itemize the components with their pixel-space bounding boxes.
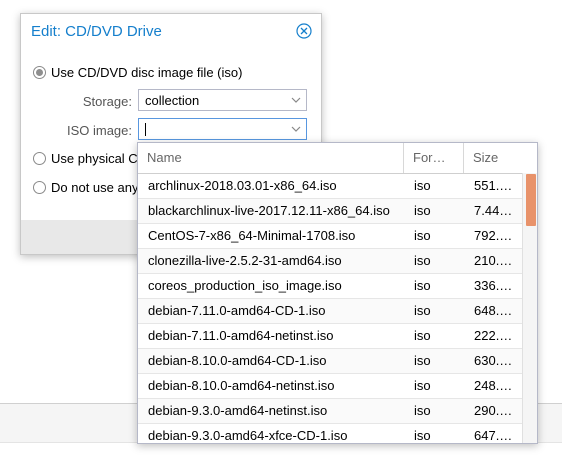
radio-no-media[interactable]: Do not use any (33, 180, 138, 195)
storage-combo[interactable]: collection (138, 89, 307, 111)
radio-use-iso[interactable]: Use CD/DVD disc image file (iso) (33, 65, 242, 80)
table-row[interactable]: debian-9.3.0-amd64-netinst.iso iso 290.… (138, 399, 523, 424)
column-header-name[interactable]: Name (138, 143, 404, 173)
table-row[interactable]: debian-7.11.0-amd64-CD-1.iso iso 648.… (138, 299, 523, 324)
radio-button-checked[interactable] (33, 66, 46, 79)
cell-name: blackarchlinux-live-2017.12.11-x86_64.is… (148, 203, 390, 218)
cell-size: 290.… (474, 403, 513, 418)
cell-format: iso (414, 203, 431, 218)
cell-size: 551.… (474, 178, 513, 193)
column-header-size[interactable]: Size (464, 143, 524, 173)
cell-format: iso (414, 303, 431, 318)
cell-format: iso (414, 253, 431, 268)
radio-use-iso-label: Use CD/DVD disc image file (iso) (51, 65, 243, 80)
cell-format: iso (414, 353, 431, 368)
cell-format: iso (414, 403, 431, 418)
table-row[interactable]: CentOS-7-x86_64-Minimal-1708.iso iso 792.… (138, 224, 523, 249)
header-scroll-gap (523, 143, 537, 174)
storage-label: Storage: (82, 94, 132, 109)
cell-size: 647.… (474, 428, 513, 443)
scrollbar-thumb[interactable] (526, 174, 536, 226)
iso-image-combo[interactable] (138, 118, 307, 140)
radio-button[interactable] (33, 152, 46, 165)
table-row[interactable]: coreos_production_iso_image.iso iso 336.… (138, 274, 523, 299)
radio-use-physical[interactable]: Use physical C (33, 151, 138, 166)
radio-button[interactable] (33, 181, 46, 194)
cell-size: 648.… (474, 303, 513, 318)
iso-picker-grid: Name For… Size archlinux-2018.03.01-x86_… (137, 142, 538, 444)
table-row[interactable]: blackarchlinux-live-2017.12.11-x86_64.is… (138, 199, 523, 224)
cell-format: iso (414, 328, 431, 343)
cell-format: iso (414, 428, 431, 443)
cell-name: coreos_production_iso_image.iso (148, 278, 342, 293)
table-row[interactable]: debian-9.3.0-amd64-xfce-CD-1.iso iso 647.… (138, 424, 523, 443)
table-row[interactable]: debian-8.10.0-amd64-netinst.iso iso 248.… (138, 374, 523, 399)
storage-value: collection (145, 93, 200, 108)
close-circle-icon[interactable] (296, 23, 312, 39)
cell-name: clonezilla-live-2.5.2-31-amd64.iso (148, 253, 342, 268)
cell-size: 792.… (474, 228, 513, 243)
cell-size: 630.… (474, 353, 513, 368)
cell-name: debian-9.3.0-amd64-netinst.iso (148, 403, 328, 418)
text-caret (145, 123, 146, 136)
cell-size: 210.… (474, 253, 513, 268)
cell-size: 222.… (474, 328, 513, 343)
cell-name: debian-9.3.0-amd64-xfce-CD-1.iso (148, 428, 348, 443)
cell-name: CentOS-7-x86_64-Minimal-1708.iso (148, 228, 356, 243)
table-row[interactable]: debian-7.11.0-amd64-netinst.iso iso 222.… (138, 324, 523, 349)
chevron-down-icon[interactable] (291, 124, 301, 134)
dialog-title: Edit: CD/DVD Drive (31, 23, 162, 40)
cell-size: 7.44… (474, 203, 513, 218)
vertical-scrollbar[interactable] (522, 173, 537, 443)
cell-name: archlinux-2018.03.01-x86_64.iso (148, 178, 337, 193)
cell-format: iso (414, 278, 431, 293)
cell-format: iso (414, 178, 431, 193)
cell-format: iso (414, 228, 431, 243)
table-row[interactable]: clonezilla-live-2.5.2-31-amd64.iso iso 210… (138, 249, 523, 274)
cell-name: debian-8.10.0-amd64-CD-1.iso (148, 353, 327, 368)
cell-format: iso (414, 378, 431, 393)
cell-size: 248.… (474, 378, 513, 393)
chevron-down-icon[interactable] (291, 95, 301, 105)
dialog-header: Edit: CD/DVD Drive (21, 14, 321, 48)
radio-use-physical-label: Use physical C (51, 151, 138, 166)
radio-no-media-label: Do not use any (51, 180, 139, 195)
cell-name: debian-7.11.0-amd64-netinst.iso (148, 328, 334, 343)
cell-size: 336.… (474, 278, 513, 293)
column-header-format[interactable]: For… (404, 143, 464, 173)
table-row[interactable]: debian-8.10.0-amd64-CD-1.iso iso 630.… (138, 349, 523, 374)
grid-header: Name For… Size (138, 143, 524, 174)
cell-name: debian-7.11.0-amd64-CD-1.iso (148, 303, 326, 318)
iso-image-label: ISO image: (66, 123, 132, 138)
cell-name: debian-8.10.0-amd64-netinst.iso (148, 378, 335, 393)
table-row[interactable]: archlinux-2018.03.01-x86_64.iso iso 551.… (138, 174, 523, 199)
